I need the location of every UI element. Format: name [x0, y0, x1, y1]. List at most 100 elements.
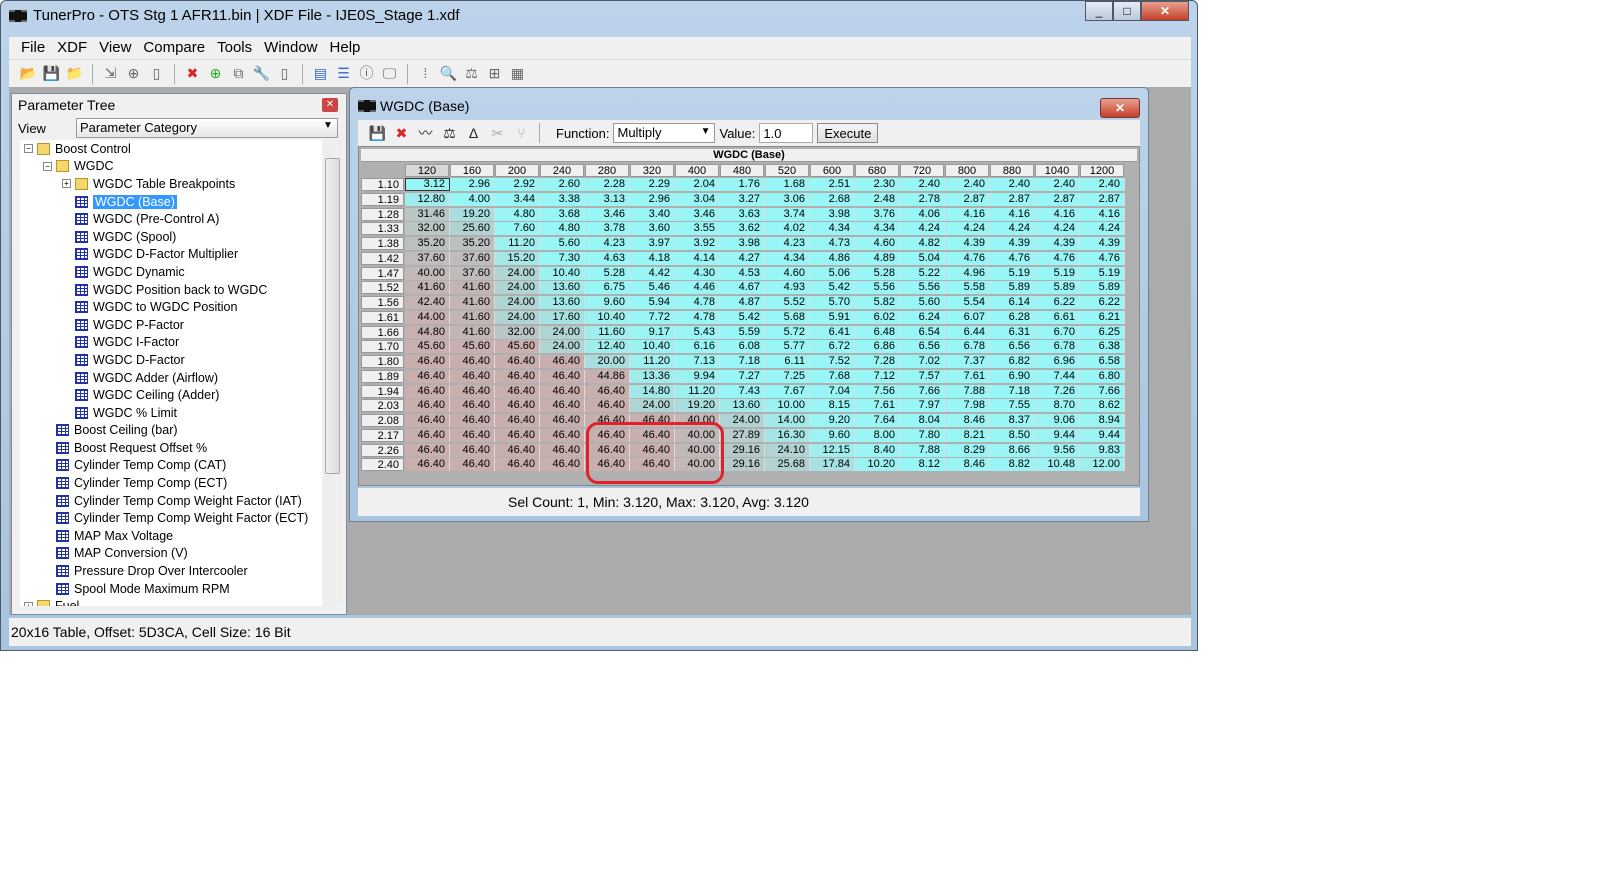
table-cell[interactable]: 24.10	[765, 443, 810, 457]
table-cell[interactable]: 46.40	[585, 458, 630, 472]
table-cell[interactable]: 9.20	[810, 414, 855, 427]
table-cell[interactable]: 2.87	[945, 192, 990, 206]
table-cell[interactable]: 11.20	[675, 384, 720, 398]
compare-icon[interactable]: ⚖	[440, 124, 459, 143]
table-cell[interactable]: 4.87	[720, 296, 765, 309]
table-cell[interactable]: 2.60	[540, 178, 585, 191]
table-cell[interactable]: 24.00	[630, 399, 675, 413]
column-header[interactable]: 400	[675, 164, 719, 177]
tree-item[interactable]: WGDC (Spool)	[20, 228, 322, 246]
row-header[interactable]: 1.66	[361, 325, 404, 339]
table-cell[interactable]: 1.76	[720, 178, 765, 191]
table-cell[interactable]: 2.48	[855, 192, 900, 206]
table-cell[interactable]: 4.34	[810, 222, 855, 236]
table-cell[interactable]: 6.28	[990, 310, 1035, 324]
table-cell[interactable]: 42.40	[405, 296, 450, 309]
maximize-button[interactable]: □	[1113, 1, 1141, 21]
monitor-icon[interactable]: 🖵	[380, 64, 399, 83]
table-cell[interactable]: 2.78	[900, 192, 945, 206]
open-icon[interactable]: 📂	[19, 64, 38, 83]
close-button[interactable]: ✕	[1141, 1, 1189, 21]
table-cell[interactable]: 4.18	[630, 251, 675, 265]
table-cell[interactable]: 46.40	[540, 355, 585, 368]
tree-item[interactable]: Cylinder Temp Comp Weight Factor (ECT)	[20, 509, 322, 527]
table-cell[interactable]: 6.82	[990, 355, 1035, 368]
view-select[interactable]: Parameter Category ▼	[75, 118, 338, 138]
execute-button[interactable]: Execute	[817, 123, 879, 143]
table-cell[interactable]: 24.00	[720, 414, 765, 427]
table-cell[interactable]: 10.00	[765, 399, 810, 413]
table-cell[interactable]: 6.78	[945, 340, 990, 354]
table-cell[interactable]: 3.04	[675, 192, 720, 206]
tree-item[interactable]: Cylinder Temp Comp (ECT)	[20, 474, 322, 492]
table-cell[interactable]: 35.20	[450, 237, 495, 250]
table-cell[interactable]: 4.24	[945, 222, 990, 236]
table-cell[interactable]: 6.44	[945, 325, 990, 339]
table-cell[interactable]: 2.04	[675, 178, 720, 191]
table-cell[interactable]: 4.30	[675, 266, 720, 280]
tree-item[interactable]: Cylinder Temp Comp (CAT)	[20, 457, 322, 475]
tree-item[interactable]: WGDC % Limit	[20, 404, 322, 422]
table-cell[interactable]: 19.20	[450, 207, 495, 221]
table-cell[interactable]: 2.87	[990, 192, 1035, 206]
menu-compare[interactable]: Compare	[137, 37, 211, 59]
table-cell[interactable]: 46.40	[450, 369, 495, 383]
table-cell[interactable]: 4.24	[990, 222, 1035, 236]
table-cell[interactable]: 6.22	[1035, 296, 1080, 309]
table-cell[interactable]: 24.00	[540, 325, 585, 339]
tree-item[interactable]: − Boost Control	[20, 140, 322, 158]
table-cell[interactable]: 7.88	[900, 443, 945, 457]
table-cell[interactable]: 9.56	[1035, 443, 1080, 457]
table-cell[interactable]: 4.80	[495, 207, 540, 221]
tree-item[interactable]: WGDC P-Factor	[20, 316, 322, 334]
table-cell[interactable]: 46.40	[540, 443, 585, 457]
table-cell[interactable]: 7.66	[900, 384, 945, 398]
table-cell[interactable]: 7.25	[765, 369, 810, 383]
collapse-icon[interactable]: −	[43, 161, 52, 171]
row-header[interactable]: 1.47	[361, 266, 404, 280]
table-cell[interactable]: 4.23	[585, 237, 630, 250]
minimize-button[interactable]: _	[1085, 1, 1113, 21]
table-cell[interactable]: 7.52	[810, 355, 855, 368]
tree-item[interactable]: WGDC I-Factor	[20, 334, 322, 352]
table-cell[interactable]: 2.40	[1035, 178, 1080, 191]
table-cell[interactable]: 4.76	[945, 251, 990, 265]
table-cell[interactable]: 5.70	[810, 296, 855, 309]
row-header[interactable]: 1.52	[361, 281, 404, 295]
table-cell[interactable]: 46.40	[405, 414, 450, 427]
function-select[interactable]: Multiply ▼	[613, 123, 716, 143]
row-header[interactable]: 2.26	[361, 443, 404, 457]
table-cell[interactable]: 7.61	[855, 399, 900, 413]
table-cell[interactable]: 24.00	[495, 296, 540, 309]
table-cell[interactable]: 9.44	[1035, 428, 1080, 442]
table-cell[interactable]: 44.80	[405, 325, 450, 339]
table-cell[interactable]: 2.40	[990, 178, 1035, 191]
table-cell[interactable]: 7.60	[495, 222, 540, 236]
calculator-icon[interactable]: ▦	[508, 64, 527, 83]
column-header[interactable]: 600	[810, 164, 854, 177]
table-cell[interactable]: 40.00	[675, 414, 720, 427]
table-cell[interactable]: 4.39	[1035, 237, 1080, 250]
graph-icon[interactable]: 〰	[416, 124, 435, 143]
table-cell[interactable]: 24.00	[540, 340, 585, 354]
table-cell[interactable]: 2.92	[495, 178, 540, 191]
table-cell[interactable]: 46.40	[450, 355, 495, 368]
column-header[interactable]: 1040	[1035, 164, 1079, 177]
table-cell[interactable]: 6.31	[990, 325, 1035, 339]
search-icon[interactable]: 🔍	[439, 64, 458, 83]
tree-scrollbar[interactable]	[324, 140, 341, 606]
menu-view[interactable]: View	[93, 37, 137, 59]
table-cell[interactable]: 2.40	[1080, 178, 1125, 191]
table-cell[interactable]: 46.40	[405, 458, 450, 472]
table-cell[interactable]: 46.40	[585, 399, 630, 413]
table-cell[interactable]: 17.84	[810, 458, 855, 472]
table-cell[interactable]: 7.56	[855, 384, 900, 398]
table-cell[interactable]: 32.00	[405, 222, 450, 236]
table-cell[interactable]: 9.94	[675, 369, 720, 383]
tree-item[interactable]: WGDC (Pre-Control A)	[20, 210, 322, 228]
table-cell[interactable]: 4.86	[810, 251, 855, 265]
table-cell[interactable]: 5.77	[765, 340, 810, 354]
table-cell[interactable]: 6.08	[720, 340, 765, 354]
table-cell[interactable]: 2.28	[585, 178, 630, 191]
table-cell[interactable]: 5.54	[945, 296, 990, 309]
